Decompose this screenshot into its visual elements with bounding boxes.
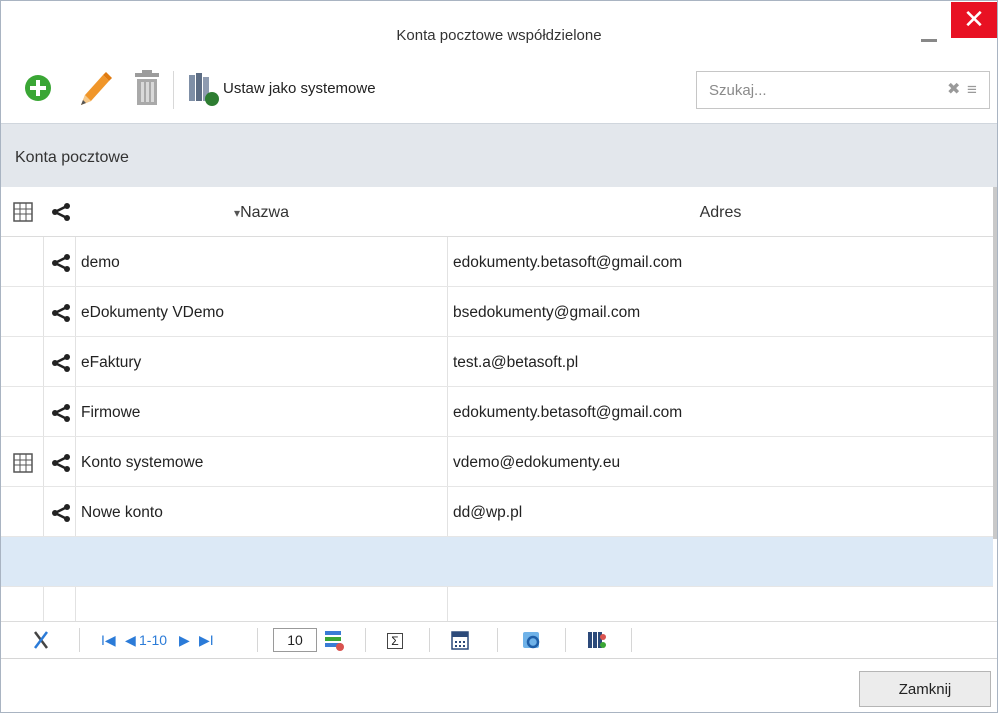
sum-icon[interactable]: Σ bbox=[387, 622, 405, 658]
vertical-scrollbar[interactable] bbox=[993, 187, 997, 539]
share-icon bbox=[51, 253, 71, 273]
columns-config-icon[interactable] bbox=[587, 622, 609, 658]
column-header-address[interactable]: Adres bbox=[448, 187, 993, 237]
sum-glyph: Σ bbox=[387, 633, 403, 649]
calculator-icon[interactable] bbox=[451, 622, 471, 658]
account-name: eFaktury bbox=[81, 354, 142, 371]
pager-separator bbox=[631, 628, 632, 652]
share-icon bbox=[51, 353, 71, 373]
grid-header: ▾Nazwa Adres bbox=[1, 187, 993, 237]
close-window-button[interactable]: ✕ bbox=[951, 2, 997, 38]
pager-separator bbox=[565, 628, 566, 652]
minimize-button[interactable] bbox=[907, 11, 949, 47]
account-name: Nowe konto bbox=[81, 504, 163, 521]
calendar-grid-icon[interactable] bbox=[13, 202, 33, 222]
close-dialog-button[interactable]: Zamknij bbox=[859, 671, 991, 707]
account-address: edokumenty.betasoft@gmail.com bbox=[453, 254, 683, 271]
share-icon bbox=[51, 453, 71, 473]
table-row[interactable]: demo edokumenty.betasoft@gmail.com bbox=[1, 237, 993, 287]
account-address: edokumenty.betasoft@gmail.com bbox=[453, 404, 683, 421]
table-row[interactable]: Firmowe edokumenty.betasoft@gmail.com bbox=[1, 387, 993, 437]
table-row[interactable]: eDokumenty VDemo bsedokumenty@gmail.com bbox=[1, 287, 993, 337]
set-as-system-label: Ustaw jako systemowe bbox=[223, 80, 376, 97]
page-size-icon[interactable] bbox=[323, 622, 345, 658]
prev-page-button[interactable]: ◀ bbox=[125, 622, 136, 658]
column-header-name[interactable]: ▾Nazwa bbox=[76, 187, 447, 237]
table-row[interactable]: Nowe konto dd@wp.pl bbox=[1, 487, 993, 537]
account-name: Firmowe bbox=[81, 404, 141, 421]
last-page-button[interactable]: ▶I bbox=[199, 622, 214, 658]
pager-separator bbox=[429, 628, 430, 652]
pager-separator bbox=[79, 628, 80, 652]
add-icon bbox=[25, 75, 51, 101]
account-address: vdemo@edokumenty.eu bbox=[453, 454, 621, 471]
tools-icon[interactable] bbox=[31, 622, 53, 658]
panel-header: Konta pocztowe bbox=[1, 123, 997, 187]
table-row[interactable]: eFaktury test.a@betasoft.pl bbox=[1, 337, 993, 387]
account-address: test.a@betasoft.pl bbox=[453, 354, 579, 371]
search-options-icon[interactable]: ≡ bbox=[967, 79, 983, 101]
next-page-button[interactable]: ▶ bbox=[179, 622, 190, 658]
delete-button[interactable] bbox=[129, 67, 165, 111]
share-icon bbox=[51, 303, 71, 323]
title-bar: Konta pocztowe współdzielone ✕ bbox=[1, 1, 997, 59]
pager-bar: I◀ ◀ 1-10 ▶ ▶I 10 Σ bbox=[1, 621, 997, 659]
clear-search-icon[interactable]: ✖ bbox=[947, 79, 963, 101]
system-account-icon bbox=[13, 453, 33, 473]
toolbar-separator bbox=[173, 71, 174, 109]
books-icon bbox=[189, 73, 219, 106]
page-size-input[interactable]: 10 bbox=[273, 628, 317, 652]
refresh-icon[interactable] bbox=[521, 622, 543, 658]
panel-title: Konta pocztowe bbox=[15, 149, 129, 166]
toolbar: Ustaw jako systemowe ✖ ≡ bbox=[1, 59, 997, 121]
column-header-name-label: Nazwa bbox=[240, 204, 289, 221]
account-name: demo bbox=[81, 254, 120, 271]
account-address: bsedokumenty@gmail.com bbox=[453, 304, 641, 321]
pager-separator bbox=[365, 628, 366, 652]
search-input[interactable] bbox=[697, 72, 927, 108]
dialog-window: Konta pocztowe współdzielone ✕ Ustaw jak… bbox=[0, 0, 998, 713]
add-button[interactable] bbox=[23, 67, 55, 111]
share-icon bbox=[51, 503, 71, 523]
pager-separator bbox=[497, 628, 498, 652]
account-address: dd@wp.pl bbox=[453, 504, 523, 521]
search-box: ✖ ≡ bbox=[696, 71, 990, 109]
pencil-icon bbox=[81, 72, 112, 105]
window-title: Konta pocztowe współdzielone bbox=[396, 27, 602, 44]
account-name: eDokumenty VDemo bbox=[81, 304, 225, 321]
first-page-button[interactable]: I◀ bbox=[101, 622, 116, 658]
account-name: Konto systemowe bbox=[81, 454, 204, 471]
accounts-grid: ▾Nazwa Adres demo edokumenty.betasoft@gm… bbox=[1, 187, 997, 621]
edit-button[interactable] bbox=[73, 67, 113, 111]
set-as-system-button[interactable]: Ustaw jako systemowe bbox=[183, 67, 418, 111]
empty-row bbox=[1, 587, 993, 621]
pager-separator bbox=[257, 628, 258, 652]
page-range: 1-10 bbox=[139, 632, 168, 648]
table-row[interactable]: Konto systemowe vdemo@edokumenty.eu bbox=[1, 437, 993, 487]
share-icon[interactable] bbox=[51, 202, 71, 222]
share-icon bbox=[51, 403, 71, 423]
empty-row-selected[interactable] bbox=[1, 537, 993, 587]
trash-icon bbox=[135, 70, 159, 105]
